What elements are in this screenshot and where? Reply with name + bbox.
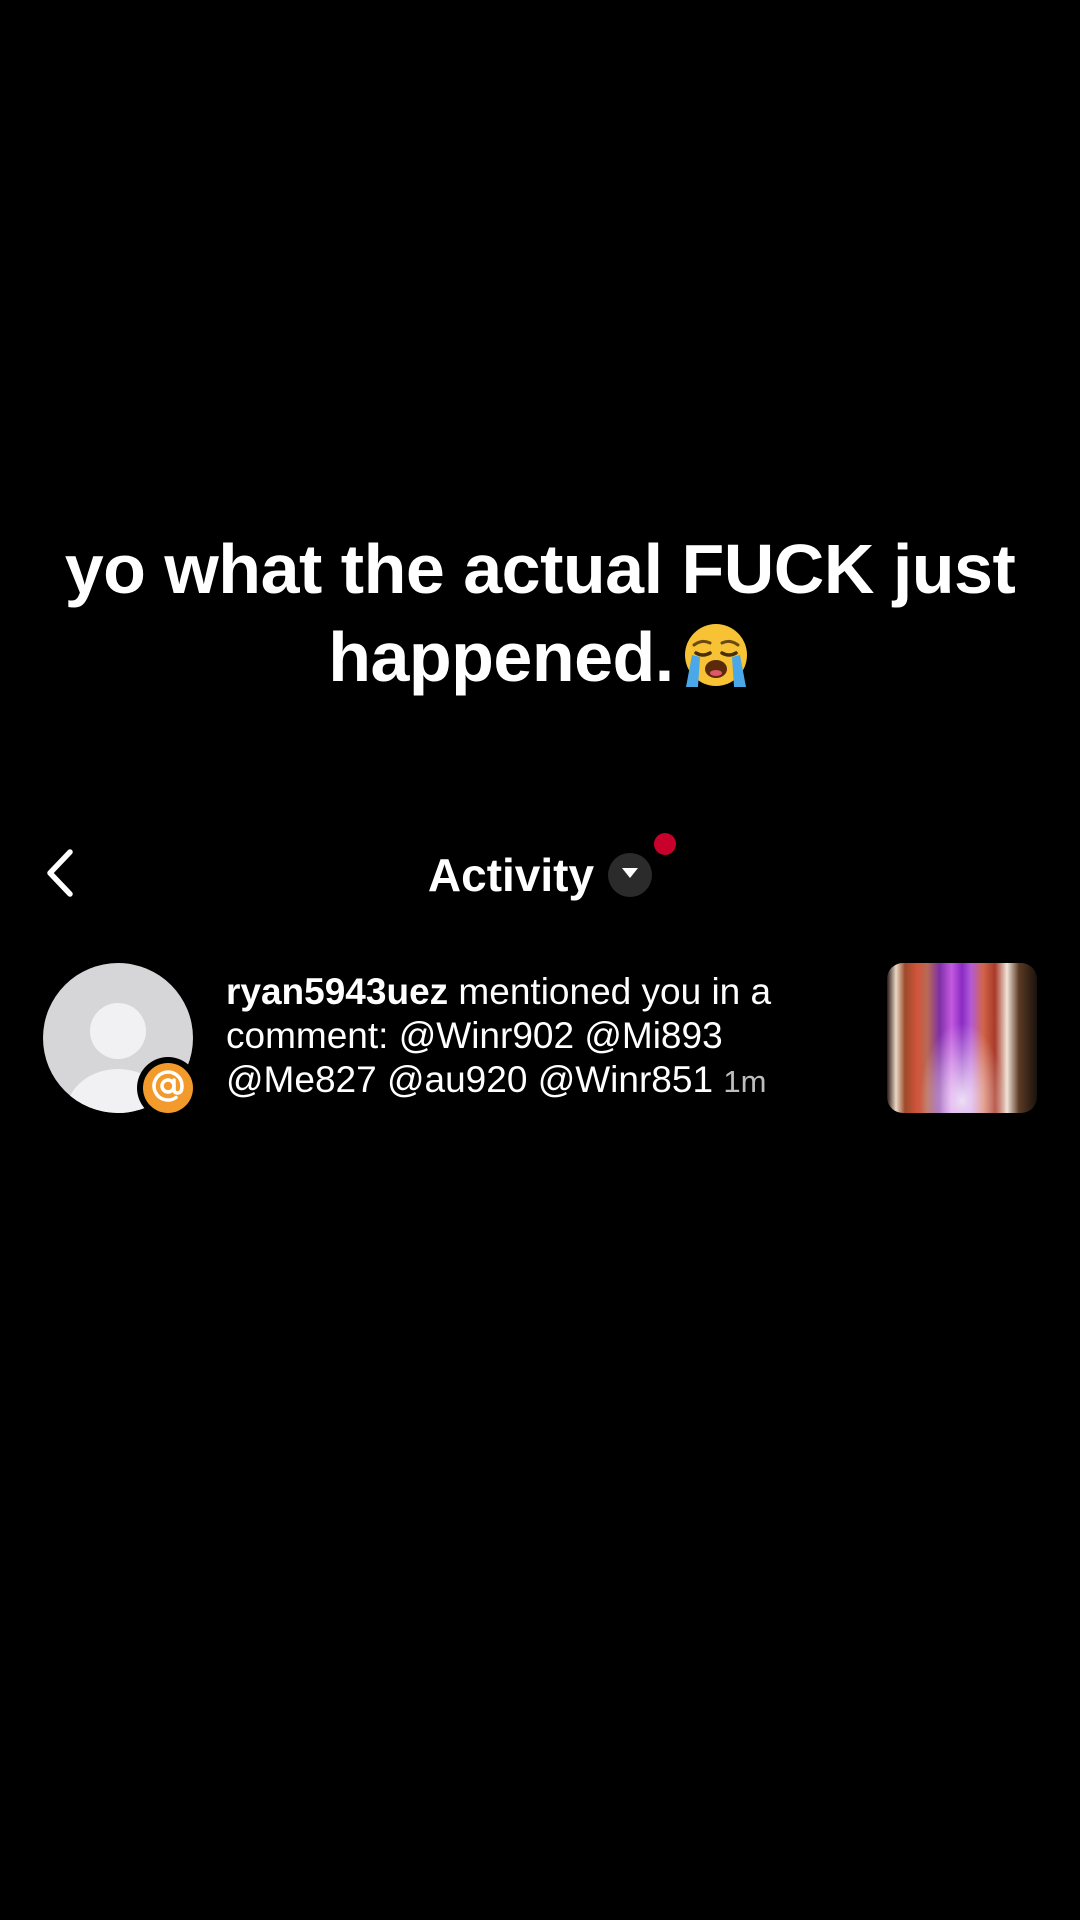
- notification-text: ryan5943uez mentioned you in a comment: …: [226, 970, 866, 1104]
- crying-face-emoji: [680, 617, 752, 709]
- activity-screen: yo what the actual FUCK just happened. A…: [0, 0, 1080, 1920]
- caption-text: yo what the actual FUCK just happened.: [64, 530, 1016, 696]
- at-sign-icon: [151, 1069, 185, 1108]
- caret-down-icon: [620, 866, 640, 885]
- activity-filter-dropdown[interactable]: [608, 853, 653, 897]
- mention-badge: [137, 1057, 199, 1119]
- notification-username[interactable]: ryan5943uez: [226, 971, 448, 1012]
- video-thumbnail[interactable]: [887, 963, 1037, 1113]
- video-caption: yo what the actual FUCK just happened.: [40, 525, 1040, 709]
- activity-title-group[interactable]: Activity: [0, 840, 1080, 910]
- notification-row[interactable]: ryan5943uez mentioned you in a comment: …: [0, 960, 1080, 1119]
- notification-dot: [654, 833, 676, 855]
- page-title: Activity: [427, 849, 595, 901]
- activity-header: Activity: [0, 840, 1080, 910]
- notification-time: 1m: [723, 1064, 767, 1099]
